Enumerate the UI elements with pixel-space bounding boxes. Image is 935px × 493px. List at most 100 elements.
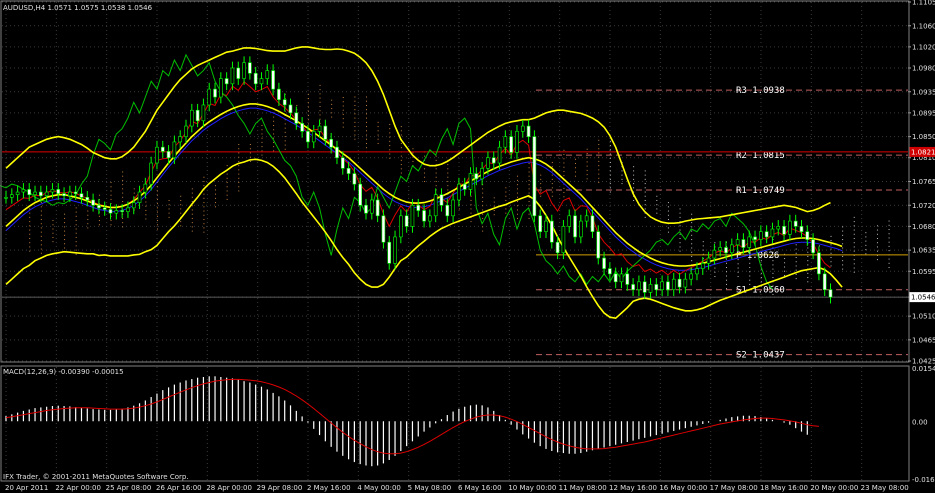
- cloud-dot: [609, 174, 611, 176]
- candle-body: [654, 284, 659, 291]
- cloud-dot: [888, 250, 890, 252]
- candle-body: [21, 189, 26, 193]
- cloud-dot: [412, 152, 414, 154]
- cloud-dot: [156, 215, 158, 217]
- cloud-dot: [203, 227, 205, 229]
- cloud-dot: [516, 209, 518, 211]
- cloud-dot: [470, 221, 472, 223]
- cloud-dot: [400, 126, 402, 128]
- cloud-dot: [842, 268, 844, 270]
- cloud-dot: [215, 206, 217, 208]
- cloud-dot: [865, 236, 867, 238]
- cloud-dot: [156, 198, 158, 200]
- cloud-dot: [540, 178, 542, 180]
- cloud-dot: [853, 221, 855, 223]
- candle-body: [579, 220, 583, 238]
- candle-body: [788, 220, 792, 235]
- cloud-dot: [447, 172, 449, 174]
- cloud-dot: [203, 206, 205, 208]
- cloud-dot: [110, 194, 112, 196]
- cloud-dot: [191, 217, 193, 219]
- cloud-dot: [180, 225, 182, 227]
- cloud-dot: [238, 160, 240, 162]
- cloud-dot: [75, 224, 77, 226]
- forex-chart[interactable]: R3 1.0938R2 1.0815R1 1.0749P 1.0626S1 1.…: [0, 0, 935, 493]
- candle-body: [271, 70, 275, 90]
- cloud-dot: [354, 104, 356, 106]
- candle-body: [712, 249, 717, 259]
- cloud-dot: [354, 130, 356, 132]
- cloud-dot: [52, 232, 54, 234]
- cloud-dot: [842, 243, 844, 245]
- candle-body: [503, 136, 508, 148]
- cloud-dot: [145, 205, 147, 207]
- candle-body: [10, 194, 14, 198]
- cloud-dot: [691, 255, 693, 257]
- cloud-dot: [273, 129, 275, 131]
- cloud-dot: [40, 210, 42, 212]
- cloud-dot: [261, 137, 263, 139]
- time-tick-label: 2 May 16:00: [307, 484, 351, 492]
- cloud-dot: [563, 170, 565, 172]
- cloud-dot: [609, 145, 611, 147]
- cloud-dot: [807, 247, 809, 249]
- price-tick-label: 1.0895: [912, 109, 935, 117]
- cloud-dot: [238, 156, 240, 158]
- cloud-dot: [98, 194, 100, 196]
- cloud-dot: [284, 123, 286, 125]
- cloud-dot: [180, 208, 182, 210]
- cloud-dot: [87, 223, 89, 225]
- cloud-dot: [180, 199, 182, 201]
- cloud-dot: [679, 225, 681, 227]
- cloud-dot: [412, 160, 414, 162]
- time-tick-label: 20 May 00:00: [810, 484, 858, 492]
- candle-body: [480, 168, 484, 180]
- candle-body: [700, 263, 705, 269]
- cloud-dot: [273, 150, 275, 152]
- candle-body: [79, 193, 84, 198]
- candle-body: [195, 109, 200, 122]
- cloud-dot: [656, 195, 658, 197]
- cloud-dot: [888, 267, 890, 269]
- candle-body: [108, 209, 113, 214]
- candle-body: [596, 231, 601, 259]
- cloud-dot: [156, 194, 158, 196]
- cloud-dot: [458, 208, 460, 210]
- cloud-dot: [679, 208, 681, 210]
- cloud-dot: [75, 228, 77, 230]
- cloud-dot: [505, 208, 507, 210]
- cloud-dot: [888, 224, 890, 226]
- cloud-dot: [516, 217, 518, 219]
- cloud-dot: [203, 202, 205, 204]
- cloud-dot: [307, 114, 309, 116]
- candle-body: [201, 104, 206, 122]
- cloud-dot: [737, 271, 739, 273]
- cloud-dot: [598, 182, 600, 184]
- cloud-dot: [563, 162, 565, 164]
- cloud-dot: [366, 138, 367, 140]
- cloud-dot: [284, 131, 286, 133]
- cloud-dot: [691, 247, 693, 249]
- cloud-dot: [667, 227, 669, 229]
- cloud-dot: [75, 220, 77, 222]
- candle-body: [613, 273, 618, 283]
- cloud-dot: [726, 283, 727, 285]
- cloud-dot: [853, 216, 855, 218]
- pivot-label-s1: S1 1.0560: [736, 286, 785, 296]
- cloud-dot: [249, 160, 251, 162]
- cloud-dot: [876, 259, 878, 261]
- cloud-dot: [191, 201, 193, 203]
- cloud-dot: [180, 204, 182, 206]
- price-tick-label: 1.0595: [912, 268, 935, 276]
- candle-body: [190, 109, 194, 127]
- candle-body: [97, 204, 101, 209]
- candle-body: [50, 189, 55, 193]
- cloud-dot: [64, 234, 66, 236]
- cloud-dot: [122, 179, 124, 181]
- candle-body: [404, 215, 409, 227]
- macd-title: MACD(12,26,9) -0.00390 -0.00015: [3, 368, 124, 376]
- cloud-dot: [830, 261, 832, 263]
- cloud-dot: [284, 148, 286, 150]
- macd-tick-label: -0.01670: [912, 476, 935, 484]
- price-tick-label: 1.1060: [912, 22, 935, 30]
